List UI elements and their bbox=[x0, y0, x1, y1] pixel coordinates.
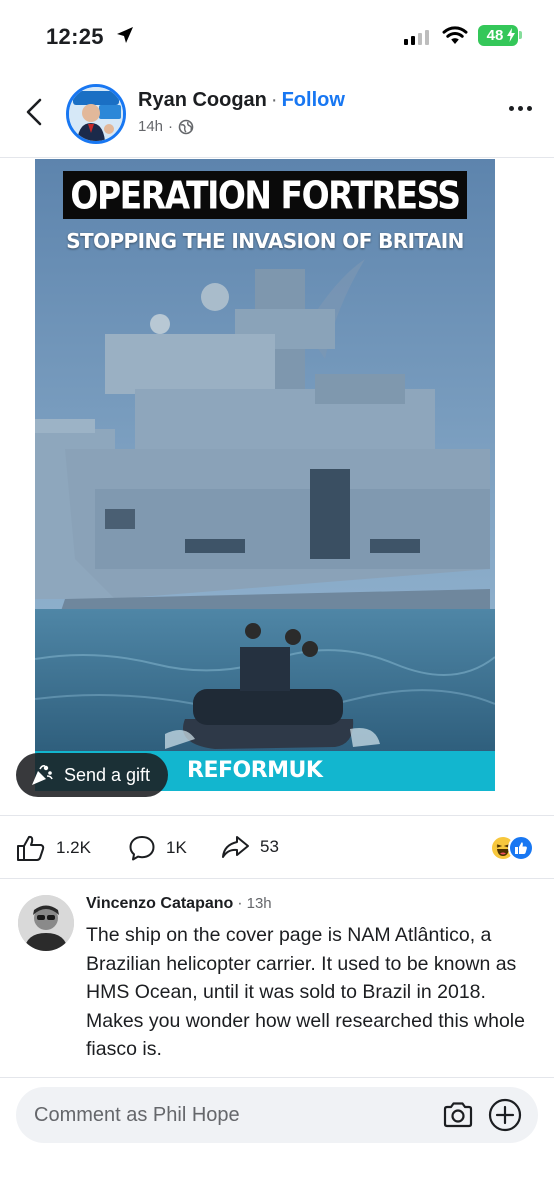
comment-header: Vincenzo Catapano · 13h bbox=[86, 895, 272, 913]
back-chevron-icon bbox=[26, 98, 42, 126]
battery-icon: 48 bbox=[478, 25, 518, 46]
image-headline: OPERATION FORTRESS bbox=[70, 172, 461, 218]
status-time: 12:25 bbox=[46, 24, 104, 49]
comment-count: 1K bbox=[166, 838, 187, 857]
send-gift-label: Send a gift bbox=[64, 764, 151, 785]
comment-button[interactable]: 1K bbox=[128, 834, 187, 862]
more-dots-icon[interactable] bbox=[509, 106, 532, 111]
author-name[interactable]: Ryan Coogan bbox=[138, 89, 267, 111]
status-bar: 12:25 48 bbox=[0, 0, 554, 72]
comment-item: Vincenzo Catapano · 13h The ship on the co… bbox=[0, 878, 554, 1074]
gift-icon bbox=[32, 765, 53, 785]
comment-input[interactable]: Comment as Phil Hope bbox=[16, 1087, 538, 1143]
comment-input-placeholder: Comment as Phil Hope bbox=[34, 1104, 240, 1126]
location-arrow-icon bbox=[117, 27, 133, 43]
like-icon bbox=[17, 835, 45, 861]
author-separator: · bbox=[270, 89, 278, 111]
camera-icon[interactable] bbox=[442, 1100, 474, 1130]
plus-icon[interactable] bbox=[488, 1098, 522, 1132]
signal-icon bbox=[404, 29, 429, 45]
brand-logo: REFORMUK bbox=[187, 758, 323, 783]
reactions-bar: 1.2K 1K 53 bbox=[0, 815, 554, 877]
send-gift-button[interactable]: Send a gift bbox=[16, 753, 169, 797]
comment-author[interactable]: Vincenzo Catapano bbox=[86, 895, 233, 912]
headline-box: OPERATION FORTRESS bbox=[63, 171, 467, 219]
wifi-icon bbox=[442, 26, 468, 44]
battery-cap bbox=[519, 31, 522, 39]
comment-icon bbox=[129, 836, 155, 861]
reaction-summary[interactable] bbox=[490, 835, 536, 861]
comment-time: 13h bbox=[246, 895, 272, 912]
commenter-avatar[interactable] bbox=[18, 895, 74, 951]
facebook-post-screen: 12:25 48 Ryan Coogan · Follow 14h · OPER… bbox=[0, 0, 554, 1200]
ship-photo bbox=[35, 159, 495, 751]
like-button[interactable]: 1.2K bbox=[16, 834, 91, 862]
share-count: 53 bbox=[260, 837, 279, 856]
like-reaction-icon bbox=[508, 835, 534, 861]
comment-composer-bar: Comment as Phil Hope bbox=[0, 1077, 554, 1200]
post-time[interactable]: 14h bbox=[138, 118, 163, 135]
comment-separator: · bbox=[237, 895, 243, 912]
follow-button[interactable]: Follow bbox=[282, 89, 345, 111]
author-line: Ryan Coogan · Follow bbox=[138, 89, 345, 112]
author-avatar[interactable] bbox=[66, 84, 126, 144]
post-header: Ryan Coogan · Follow 14h · bbox=[0, 72, 554, 158]
share-icon bbox=[222, 836, 249, 858]
back-button[interactable] bbox=[18, 94, 50, 130]
meta-separator: · bbox=[168, 118, 174, 135]
share-button[interactable]: 53 bbox=[220, 834, 279, 860]
post-meta: 14h · bbox=[138, 118, 194, 135]
post-image[interactable]: OPERATION FORTRESS STOPPING THE INVASION… bbox=[35, 159, 495, 791]
comment-text: The ship on the cover page is NAM Atlânt… bbox=[86, 924, 525, 1060]
globe-icon bbox=[178, 119, 194, 134]
battery-level: 48 bbox=[486, 27, 504, 44]
image-subheadline: STOPPING THE INVASION OF BRITAIN bbox=[66, 229, 464, 253]
like-count: 1.2K bbox=[56, 838, 91, 857]
